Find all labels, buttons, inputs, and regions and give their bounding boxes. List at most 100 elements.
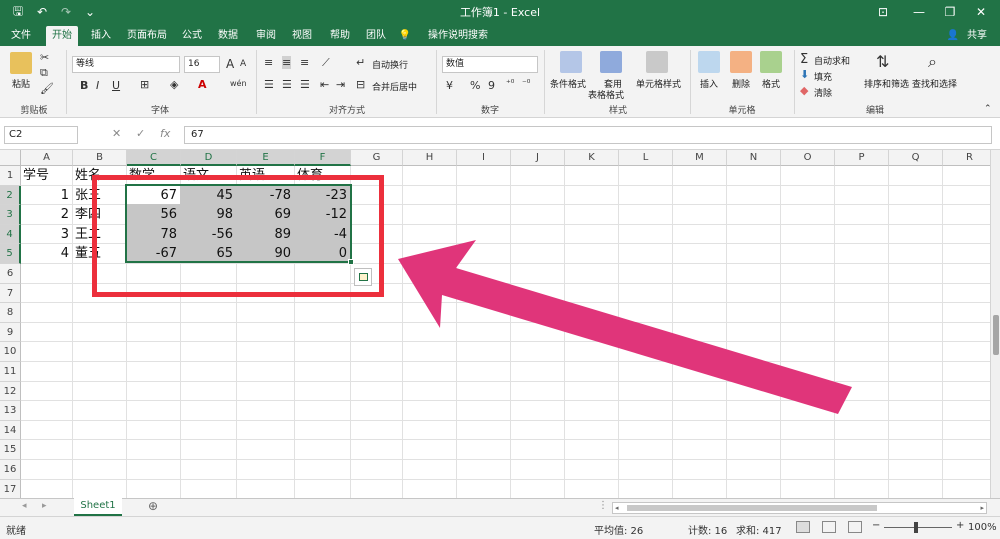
- fill-icon[interactable]: ⬇: [800, 68, 809, 81]
- name-box[interactable]: C2: [4, 126, 78, 144]
- comma-style-button[interactable]: 9: [488, 79, 495, 92]
- shrink-font-icon[interactable]: A: [240, 59, 246, 69]
- title-bar: 🖫 ↶ ↷ ⌄ 工作簿1 - Excel ⊡ — ❐ ✕: [0, 0, 1000, 24]
- number-format-select[interactable]: 数值: [442, 56, 538, 73]
- clear-button[interactable]: 清除: [814, 86, 832, 99]
- close-icon[interactable]: ✕: [966, 2, 996, 22]
- conditional-format-icon[interactable]: [560, 51, 582, 73]
- cell-styles-button[interactable]: 单元格样式: [636, 77, 681, 90]
- align-middle-icon[interactable]: ≡: [282, 56, 292, 69]
- page-break-view-icon[interactable]: [848, 521, 862, 533]
- tab-split-icon[interactable]: ⋮: [598, 500, 608, 511]
- horizontal-scrollbar[interactable]: ◂ ▸: [612, 502, 987, 514]
- status-average: 平均值: 26: [594, 526, 644, 537]
- vertical-scrollbar[interactable]: [990, 150, 1000, 498]
- worksheet-grid[interactable]: ABCDEFGHIJKLMNOPQR 1 2 3 4 5 6 7 8 9 10 11 12 13 14 15…: [0, 150, 990, 498]
- merge-center-button[interactable]: 合并后居中: [372, 80, 417, 93]
- tab-data[interactable]: 数据: [214, 26, 242, 46]
- tell-me-search[interactable]: 操作说明搜索: [428, 26, 508, 46]
- tab-formulas[interactable]: 公式: [178, 26, 206, 46]
- percent-button[interactable]: %: [470, 79, 480, 92]
- sort-filter-icon[interactable]: ⇅: [876, 52, 889, 71]
- clear-icon[interactable]: ◆: [800, 84, 808, 97]
- bold-button[interactable]: B: [80, 79, 88, 92]
- increase-decimal-icon[interactable]: ⁺⁰: [506, 79, 514, 89]
- font-size-select[interactable]: 16: [184, 56, 220, 73]
- share-button[interactable]: 共享: [962, 26, 992, 46]
- merge-center-icon[interactable]: ⊟: [356, 78, 365, 91]
- cut-icon[interactable]: ✂: [40, 51, 49, 64]
- zoom-slider[interactable]: [884, 527, 952, 528]
- format-painter-icon[interactable]: 🖌: [40, 82, 54, 95]
- fill-color-icon[interactable]: ◈: [170, 78, 178, 91]
- cell-styles-icon[interactable]: [646, 51, 668, 73]
- fill-button[interactable]: 填充: [814, 70, 832, 83]
- paste-button[interactable]: 粘贴: [12, 77, 30, 90]
- paste-icon[interactable]: [10, 52, 32, 74]
- scroll-right-icon[interactable]: ▸: [980, 504, 984, 512]
- delete-cells-icon[interactable]: [730, 51, 752, 73]
- tab-home[interactable]: 开始: [46, 26, 78, 46]
- zoom-in-button[interactable]: +: [956, 520, 964, 531]
- align-right-icon[interactable]: ☰: [300, 78, 310, 91]
- increase-indent-icon[interactable]: ⇥: [336, 78, 345, 91]
- format-as-table-icon[interactable]: [600, 51, 622, 73]
- tab-team[interactable]: 团队: [362, 26, 390, 46]
- horizontal-scroll-thumb[interactable]: [627, 505, 877, 511]
- insert-cells-icon[interactable]: [698, 51, 720, 73]
- zoom-out-button[interactable]: −: [872, 520, 880, 531]
- scroll-left-icon[interactable]: ◂: [615, 504, 619, 512]
- zoom-slider-thumb[interactable]: [914, 522, 918, 533]
- find-select-icon[interactable]: ⌕: [928, 52, 937, 72]
- sort-filter-button[interactable]: 排序和筛选: [864, 77, 909, 90]
- conditional-format-button[interactable]: 条件格式: [550, 77, 586, 90]
- enter-icon[interactable]: ✓: [136, 127, 145, 140]
- formula-input[interactable]: 67: [184, 126, 992, 144]
- font-color-icon[interactable]: A: [198, 78, 207, 91]
- tab-help[interactable]: 帮助: [326, 26, 354, 46]
- wrap-text-icon[interactable]: ↵: [356, 56, 365, 69]
- italic-button[interactable]: I: [96, 79, 99, 92]
- autosum-button[interactable]: 自动求和: [814, 54, 850, 67]
- copy-icon[interactable]: ⧉: [40, 66, 48, 80]
- minimize-icon[interactable]: —: [904, 2, 934, 22]
- cancel-icon[interactable]: ✕: [112, 127, 121, 140]
- underline-button[interactable]: U: [112, 79, 120, 92]
- page-layout-view-icon[interactable]: [822, 521, 836, 533]
- delete-cells-button[interactable]: 删除: [732, 77, 750, 90]
- currency-icon[interactable]: ¥: [446, 79, 453, 92]
- zoom-level[interactable]: 100%: [968, 522, 997, 533]
- insert-function-icon[interactable]: fx: [160, 127, 170, 140]
- normal-view-icon[interactable]: [796, 521, 810, 533]
- collapse-ribbon-icon[interactable]: ⌃: [984, 104, 992, 114]
- tab-review[interactable]: 审阅: [252, 26, 280, 46]
- align-top-icon[interactable]: ≡: [264, 56, 273, 69]
- next-sheet-icon[interactable]: ▸: [42, 501, 47, 511]
- grow-font-icon[interactable]: A: [226, 57, 234, 71]
- align-left-icon[interactable]: ☰: [264, 78, 274, 91]
- tab-view[interactable]: 视图: [288, 26, 316, 46]
- wrap-text-button[interactable]: 自动换行: [372, 58, 408, 71]
- format-cells-icon[interactable]: [760, 51, 782, 73]
- phonetic-icon[interactable]: wén: [230, 79, 247, 88]
- format-cells-button[interactable]: 格式: [762, 77, 780, 90]
- find-select-button[interactable]: 查找和选择: [912, 77, 957, 90]
- align-center-icon[interactable]: ☰: [282, 78, 292, 91]
- tab-insert[interactable]: 插入: [86, 26, 116, 46]
- add-sheet-icon[interactable]: ⊕: [148, 499, 158, 513]
- borders-icon[interactable]: ⊞: [140, 78, 149, 91]
- prev-sheet-icon[interactable]: ◂: [22, 501, 27, 511]
- tab-page-layout[interactable]: 页面布局: [124, 26, 170, 46]
- orientation-icon[interactable]: ⟋: [322, 56, 330, 70]
- tab-file[interactable]: 文件: [6, 26, 36, 46]
- decrease-decimal-icon[interactable]: ⁻⁰: [522, 79, 530, 89]
- decrease-indent-icon[interactable]: ⇤: [320, 78, 329, 91]
- ribbon-display-options-icon[interactable]: ⊡: [868, 2, 898, 22]
- sheet-tab-sheet1[interactable]: Sheet1: [74, 498, 122, 516]
- vertical-scroll-thumb[interactable]: [993, 315, 999, 355]
- autosum-icon[interactable]: Σ: [800, 52, 808, 67]
- align-bottom-icon[interactable]: ≡: [300, 56, 309, 69]
- font-name-select[interactable]: 等线: [72, 56, 180, 73]
- insert-cells-button[interactable]: 插入: [700, 77, 718, 90]
- restore-icon[interactable]: ❐: [935, 2, 965, 22]
